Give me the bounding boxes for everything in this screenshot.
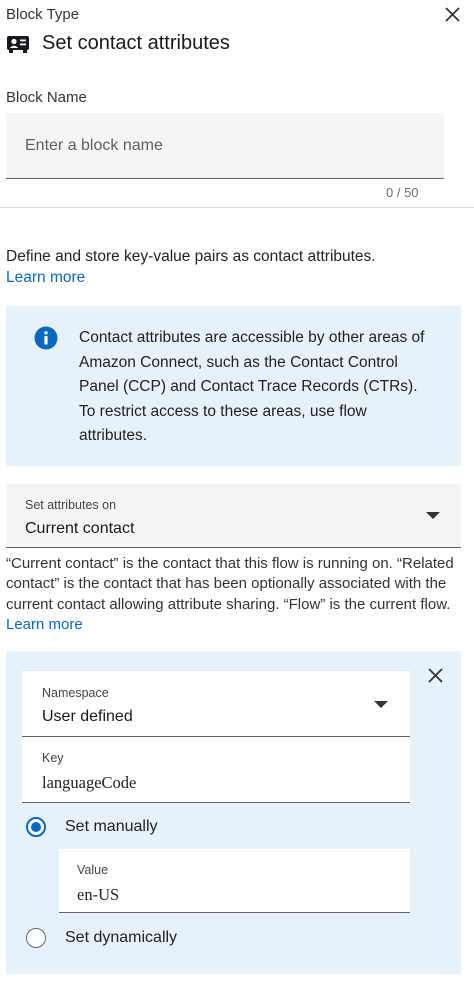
set-manually-option[interactable]: Set manually <box>26 817 158 837</box>
key-field[interactable]: Key languageCode <box>22 737 410 803</box>
character-counter: 0 / 50 <box>386 185 419 200</box>
info-icon <box>34 326 58 350</box>
block-name-field[interactable] <box>6 113 444 179</box>
set-attributes-help: “Current contact” is the contact that th… <box>6 554 468 635</box>
chevron-down-icon[interactable] <box>374 701 388 708</box>
description-text: Define and store key-value pairs as cont… <box>6 248 376 265</box>
block-title: Set contact attributes <box>6 32 230 55</box>
close-icon[interactable] <box>425 665 447 687</box>
key-value[interactable]: languageCode <box>42 773 136 793</box>
set-dynamically-radio[interactable] <box>26 928 46 948</box>
block-name-input[interactable] <box>25 136 444 155</box>
learn-more-link[interactable]: Learn more <box>6 269 85 286</box>
block-name-label: Block Name <box>6 89 87 106</box>
learn-more-link[interactable]: Learn more <box>6 616 83 633</box>
set-attributes-on-select[interactable]: Set attributes on Current contact <box>6 484 461 548</box>
attribute-panel: Namespace User defined Key languageCode … <box>6 651 461 974</box>
description: Define and store key-value pairs as cont… <box>6 246 468 288</box>
page-title: Set contact attributes <box>42 32 230 54</box>
set-attributes-on-value: Current contact <box>25 520 135 537</box>
help-text: “Current contact” is the contact that th… <box>6 555 454 613</box>
block-type-label: Block Type <box>6 6 80 23</box>
set-dynamically-option[interactable]: Set dynamically <box>26 928 177 948</box>
set-manually-radio[interactable] <box>26 817 46 837</box>
info-text: Contact attributes are accessible by oth… <box>79 329 425 444</box>
info-alert: Contact attributes are accessible by oth… <box>6 306 461 466</box>
set-attributes-on-label: Set attributes on <box>25 498 117 512</box>
chevron-down-icon[interactable] <box>426 512 440 519</box>
contact-attributes-icon <box>7 35 29 53</box>
namespace-value: User defined <box>42 708 133 725</box>
value-value[interactable]: en-US <box>77 885 119 905</box>
set-manually-label: Set manually <box>65 818 158 835</box>
namespace-label: Namespace <box>42 686 109 700</box>
set-dynamically-label: Set dynamically <box>65 929 178 946</box>
divider <box>0 207 474 208</box>
value-label: Value <box>77 863 109 877</box>
value-field[interactable]: Value en-US <box>59 849 410 913</box>
close-icon[interactable] <box>440 2 466 28</box>
namespace-select[interactable]: Namespace User defined <box>22 671 410 737</box>
key-label: Key <box>42 751 64 765</box>
